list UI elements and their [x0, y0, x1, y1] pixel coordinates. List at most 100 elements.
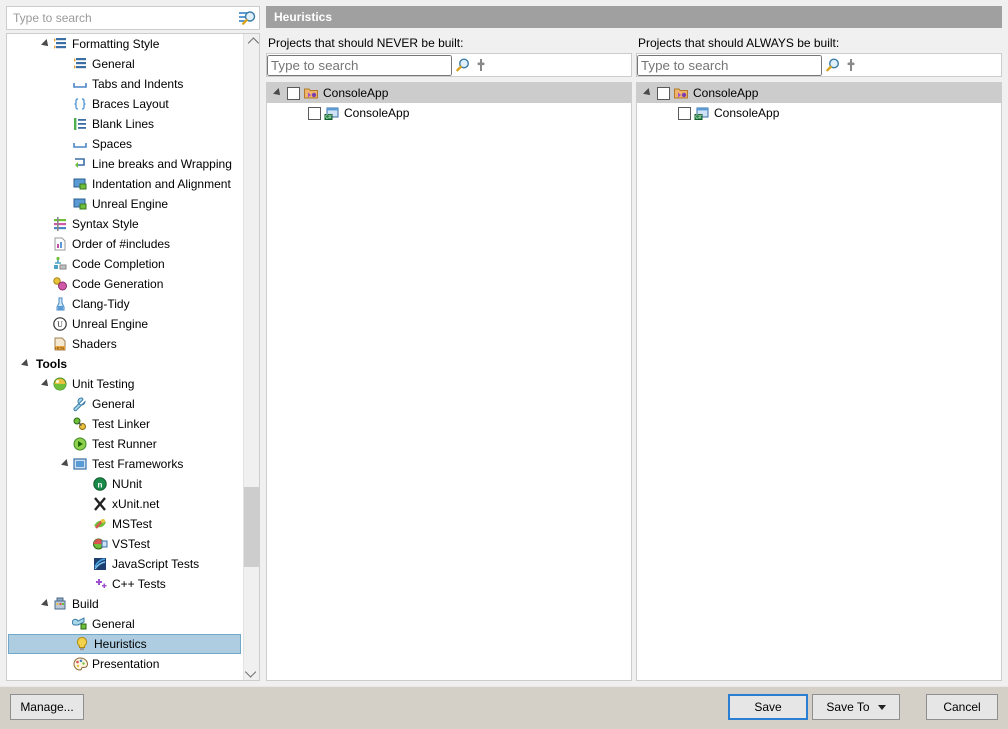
sidebar-item-label: xUnit.net: [108, 497, 159, 511]
search-input[interactable]: [7, 8, 237, 28]
expander-triangle-icon[interactable]: [39, 374, 52, 394]
sidebar-item-general[interactable]: General: [7, 614, 242, 634]
braces-layout-icon: [72, 96, 88, 112]
never-built-search-box[interactable]: [266, 53, 632, 77]
expander-placeholder: [79, 554, 92, 574]
sidebar-item-spaces[interactable]: Spaces: [7, 134, 242, 154]
sidebar-item-shaders[interactable]: HLSLShaders: [7, 334, 242, 354]
indent-spacer: [7, 484, 79, 485]
expander-placeholder: [79, 514, 92, 534]
always-built-tree[interactable]: ConsoleAppC#ConsoleApp: [636, 82, 1002, 681]
shaders-icon: HLSL: [52, 336, 68, 352]
project-checkbox[interactable]: [308, 107, 321, 120]
sidebar-item-clang-tidy[interactable]: Clang-Tidy: [7, 294, 242, 314]
expander-triangle-icon[interactable]: [39, 34, 52, 54]
syntax-style-icon: [52, 216, 68, 232]
project-checkbox[interactable]: [678, 107, 691, 120]
expander-triangle-icon[interactable]: [19, 354, 32, 374]
project-tree-solution-row[interactable]: ConsoleApp: [267, 83, 631, 103]
project-tree-project-row[interactable]: C#ConsoleApp: [267, 103, 631, 123]
scroll-up-button[interactable]: [244, 34, 260, 51]
indent-spacer: [7, 384, 39, 385]
always-built-search-box[interactable]: [636, 53, 1002, 77]
project-tree-solution-row[interactable]: ConsoleApp: [637, 83, 1001, 103]
sidebar-item-tabs-and-indents[interactable]: Tabs and Indents: [7, 74, 242, 94]
sidebar-item-nunit[interactable]: nNUnit: [7, 474, 242, 494]
settings-search-box[interactable]: [6, 6, 260, 30]
indent-spacer: [7, 404, 59, 405]
expander-placeholder: [39, 314, 52, 334]
save-button[interactable]: Save: [728, 694, 808, 720]
sidebar-item-order-of-includes[interactable]: Order of #includes: [7, 234, 242, 254]
sidebar-item-presentation[interactable]: Presentation: [7, 654, 242, 674]
sidebar-item-heuristics[interactable]: Heuristics: [8, 634, 241, 654]
sidebar-item-javascript-tests[interactable]: JavaScript Tests: [7, 554, 242, 574]
sidebar-item-braces-layout[interactable]: Braces Layout: [7, 94, 242, 114]
save-to-label: Save To: [826, 700, 869, 714]
manage-button[interactable]: Manage...: [10, 694, 84, 720]
sidebar-item-formatting-style[interactable]: Formatting Style: [7, 34, 242, 54]
never-built-search-input[interactable]: [267, 55, 452, 76]
sidebar-item-label: Braces Layout: [88, 97, 169, 111]
indent-spacer: [7, 124, 59, 125]
scroll-down-button[interactable]: [244, 663, 260, 680]
sidebar-item-test-frameworks[interactable]: Test Frameworks: [7, 454, 242, 474]
sidebar-item-label: Indentation and Alignment: [88, 177, 231, 191]
sidebar-item-label: C++ Tests: [108, 577, 166, 591]
search-icon[interactable]: [237, 7, 259, 29]
indent-spacer: [7, 664, 59, 665]
sidebar-item-general[interactable]: General: [7, 394, 242, 414]
cancel-button[interactable]: Cancel: [926, 694, 998, 720]
sidebar-item-build[interactable]: Build: [7, 594, 242, 614]
wrench-icon: [72, 396, 88, 412]
expander-placeholder: [59, 54, 72, 74]
sidebar-item-line-breaks-and-wrapping[interactable]: Line breaks and Wrapping: [7, 154, 242, 174]
indent-spacer: [7, 204, 59, 205]
sidebar-item-syntax-style[interactable]: Syntax Style: [7, 214, 242, 234]
sidebar-item-test-runner[interactable]: Test Runner: [7, 434, 242, 454]
sidebar-item-test-linker[interactable]: Test Linker: [7, 414, 242, 434]
expander-triangle-icon[interactable]: [59, 454, 72, 474]
sidebar-item-xunit-net[interactable]: xUnit.net: [7, 494, 242, 514]
sidebar-item-blank-lines[interactable]: Blank Lines: [7, 114, 242, 134]
sidebar-item-vstest[interactable]: VSTest: [7, 534, 242, 554]
search-icon[interactable]: [822, 54, 844, 76]
sidebar-item-general[interactable]: General: [7, 54, 242, 74]
sidebar-item-unreal-engine[interactable]: UUnreal Engine: [7, 314, 242, 334]
expander-placeholder: [292, 103, 305, 123]
sidebar-item-label: NUnit: [108, 477, 142, 491]
order-includes-icon: [52, 236, 68, 252]
project-checkbox[interactable]: [657, 87, 670, 100]
sidebar-item-label: Shaders: [68, 337, 117, 351]
expander-placeholder: [79, 474, 92, 494]
sidebar-item-label: Formatting Style: [68, 37, 159, 51]
sidebar-item-unreal-engine[interactable]: Unreal Engine: [7, 194, 242, 214]
expander-triangle-icon[interactable]: [39, 594, 52, 614]
never-built-tree[interactable]: ConsoleAppC#ConsoleApp: [266, 82, 632, 681]
pin-icon[interactable]: [474, 54, 488, 76]
expander-placeholder: [79, 574, 92, 594]
sidebar-item-label: Blank Lines: [88, 117, 154, 131]
save-to-button[interactable]: Save To: [812, 694, 900, 720]
project-tree-project-row[interactable]: C#ConsoleApp: [637, 103, 1001, 123]
sidebar-item-tools[interactable]: Tools: [7, 354, 242, 374]
scrollbar-thumb[interactable]: [244, 487, 260, 567]
search-icon[interactable]: [452, 54, 474, 76]
project-checkbox[interactable]: [287, 87, 300, 100]
expander-placeholder: [61, 634, 74, 654]
sidebar-item-code-generation[interactable]: Code Generation: [7, 274, 242, 294]
pin-icon[interactable]: [844, 54, 858, 76]
settings-tree-scrollbar[interactable]: [243, 34, 259, 680]
sidebar-item-unit-testing[interactable]: Unit Testing: [7, 374, 242, 394]
sidebar-item-indentation-and-alignment[interactable]: Indentation and Alignment: [7, 174, 242, 194]
sidebar-item-code-completion[interactable]: Code Completion: [7, 254, 242, 274]
sidebar-item-c-tests[interactable]: C++ Tests: [7, 574, 242, 594]
sidebar-item-label: General: [88, 397, 135, 411]
always-built-search-input[interactable]: [637, 55, 822, 76]
settings-tree[interactable]: Formatting StyleGeneralTabs and IndentsB…: [7, 34, 242, 680]
expander-placeholder: [39, 334, 52, 354]
sidebar-item-mstest[interactable]: MSTest: [7, 514, 242, 534]
expander-triangle-icon[interactable]: [641, 83, 654, 103]
expander-triangle-icon[interactable]: [271, 83, 284, 103]
palette-icon: [72, 656, 88, 672]
